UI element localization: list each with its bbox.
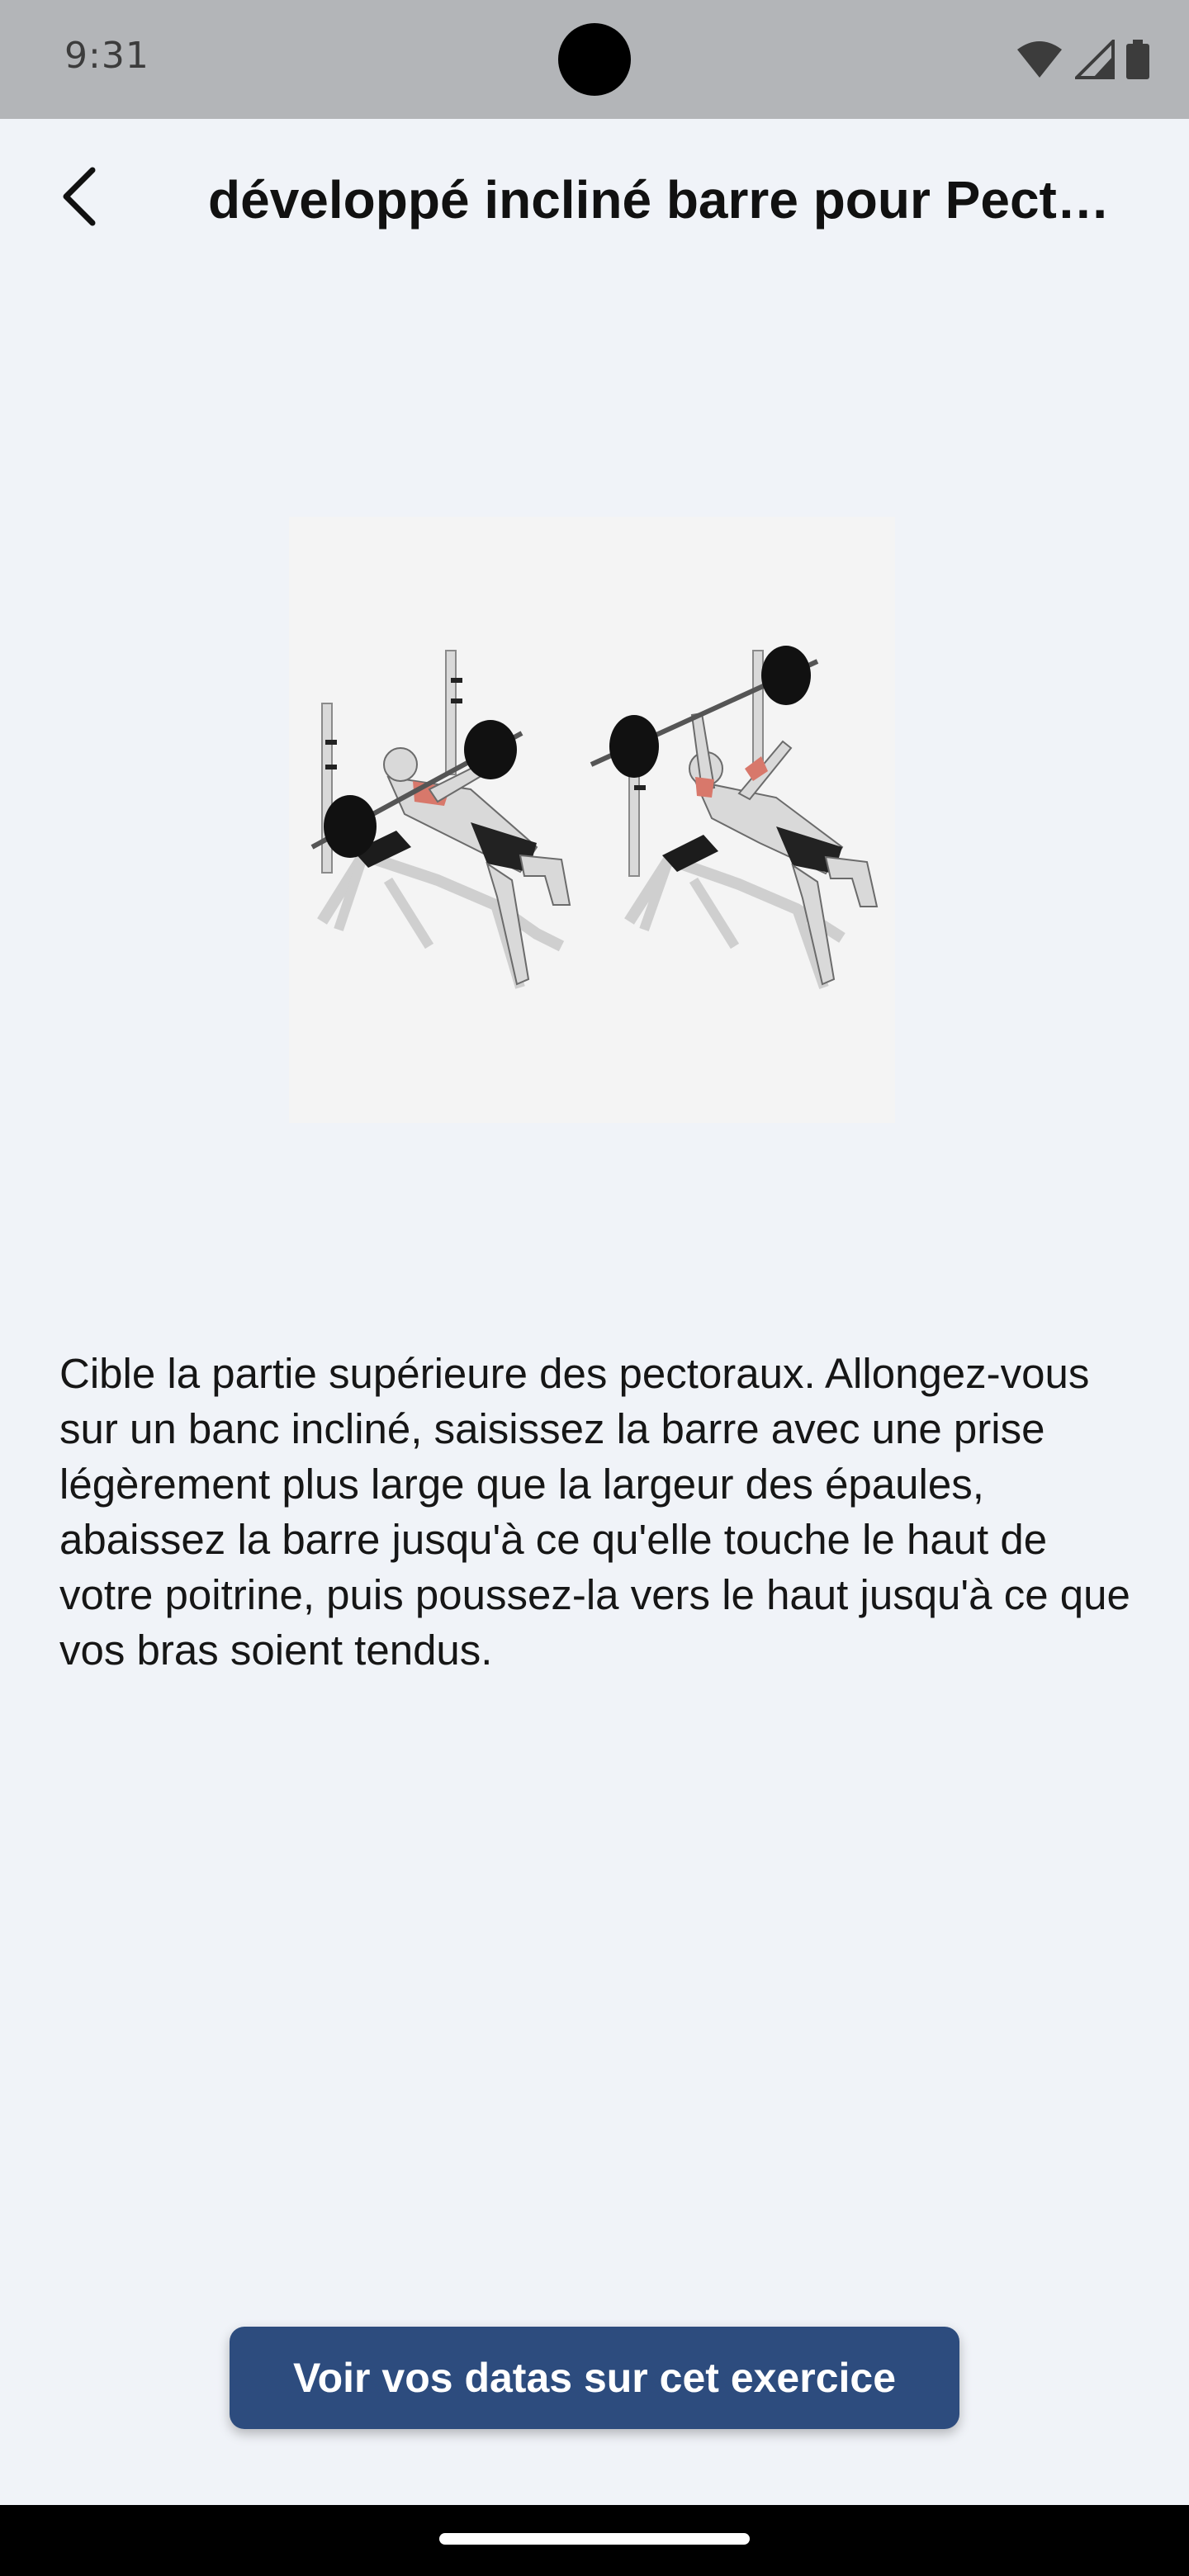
status-icons	[1016, 38, 1149, 81]
exercise-description: Cible la partie supérieure des pectoraux…	[59, 1350, 1130, 1674]
status-bar: 9:31	[0, 0, 1189, 119]
arrow-back-icon	[56, 163, 106, 234]
cellular-signal-icon	[1075, 40, 1115, 79]
home-indicator[interactable]	[439, 2533, 750, 2545]
end-position-figure	[590, 646, 879, 989]
page-title: développé incliné barre pour Pectoraux	[208, 170, 1125, 230]
battery-icon	[1126, 40, 1149, 79]
view-exercise-data-button[interactable]: Voir vos datas sur cet exercice	[230, 2327, 959, 2429]
exercise-illustration	[289, 517, 895, 1123]
camera-cutout	[558, 23, 631, 96]
wifi-icon	[1016, 40, 1063, 79]
start-position-figure	[310, 650, 571, 989]
status-time: 9:31	[64, 35, 149, 77]
back-button[interactable]	[40, 157, 122, 239]
incline-bench-press-drawing	[310, 646, 879, 989]
app-header: développé incliné barre pour Pectoraux	[0, 119, 1189, 284]
system-nav-bar	[0, 2505, 1189, 2576]
